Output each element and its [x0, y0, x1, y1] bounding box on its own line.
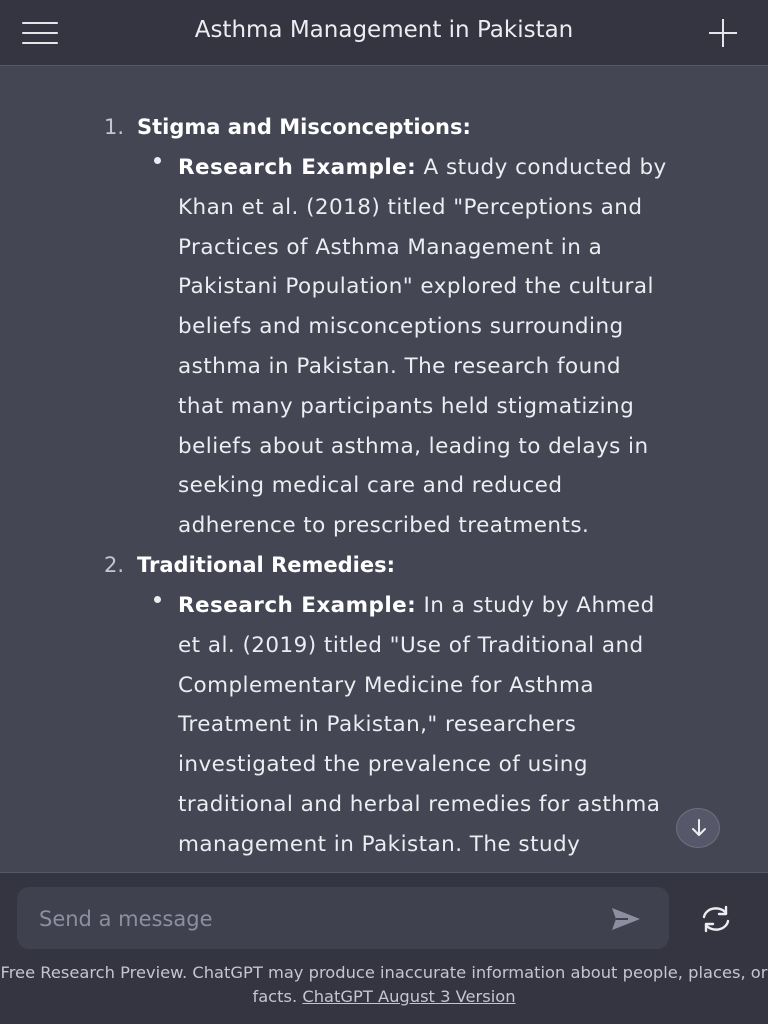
paragraph-line: Practices of Asthma Management in a [178, 234, 603, 260]
paragraph-line: et al. (2019) titled "Use of Traditional… [178, 632, 644, 658]
chat-content: 1. Stigma and Misconceptions: Research E… [0, 66, 768, 872]
paragraph-line: Khan et al. (2018) titled "Perceptions a… [178, 194, 643, 220]
paragraph-line: management in Pakistan. The study [178, 831, 581, 857]
regenerate-icon [702, 905, 730, 933]
arrow-down-icon [692, 819, 706, 836]
paragraph-line: Treatment in Pakistan," researchers [178, 712, 577, 738]
paragraph-line: that many participants held stigmatizing [178, 393, 635, 419]
paragraph-line: beliefs about asthma, leading to delays … [178, 433, 649, 459]
paragraph-line: Research Example: A study conducted by [178, 155, 667, 180]
list-number: 1. [103, 115, 124, 139]
paragraph-line: Research Example: In a study by Ahmed [178, 593, 655, 618]
paragraph-line: Pakistani Population" explored the cultu… [178, 274, 654, 300]
research-paragraph: Research Example: In a study by Ahmed et… [178, 586, 748, 865]
plus-icon[interactable] [707, 17, 739, 49]
bottom-panel: Free Research Preview. ChatGPT may produ… [0, 872, 768, 1024]
disclaimer-footer: Free Research Preview. ChatGPT may produ… [0, 961, 768, 1009]
top-bar: Asthma Management in Pakistan [0, 0, 768, 66]
paragraph-line: seeking medical care and reduced [178, 473, 563, 499]
chat-title: Asthma Management in Pakistan [194, 17, 574, 43]
section-heading: Stigma and Misconceptions: [137, 115, 471, 139]
send-icon [612, 908, 640, 930]
message-composer [17, 887, 669, 949]
paragraph-line: Complementary Medicine for Asthma [178, 672, 594, 698]
paragraph-line: traditional and herbal remedies for asth… [178, 791, 661, 817]
list-number: 2. [103, 553, 124, 577]
version-link[interactable]: ChatGPT August 3 Version [302, 987, 515, 1006]
paragraph-line: beliefs and misconceptions surrounding [178, 314, 624, 340]
section-heading: Traditional Remedies: [137, 553, 395, 577]
research-label: Research Example: [178, 155, 417, 180]
paragraph-line: investigated the prevalence of using [178, 752, 588, 778]
send-button[interactable] [610, 905, 642, 933]
bullet-icon [154, 596, 161, 603]
paragraph-line: asthma in Pakistan. The research found [178, 353, 621, 379]
regenerate-button[interactable] [698, 905, 734, 933]
research-paragraph: Research Example: A study conducted by K… [178, 148, 748, 546]
research-label: Research Example: [178, 593, 417, 618]
paragraph-line: adherence to prescribed treatments. [178, 513, 590, 539]
hamburger-menu-icon[interactable] [22, 21, 60, 45]
bullet-icon [154, 157, 161, 164]
scroll-to-bottom-button[interactable] [676, 808, 720, 848]
message-input[interactable] [37, 901, 601, 937]
